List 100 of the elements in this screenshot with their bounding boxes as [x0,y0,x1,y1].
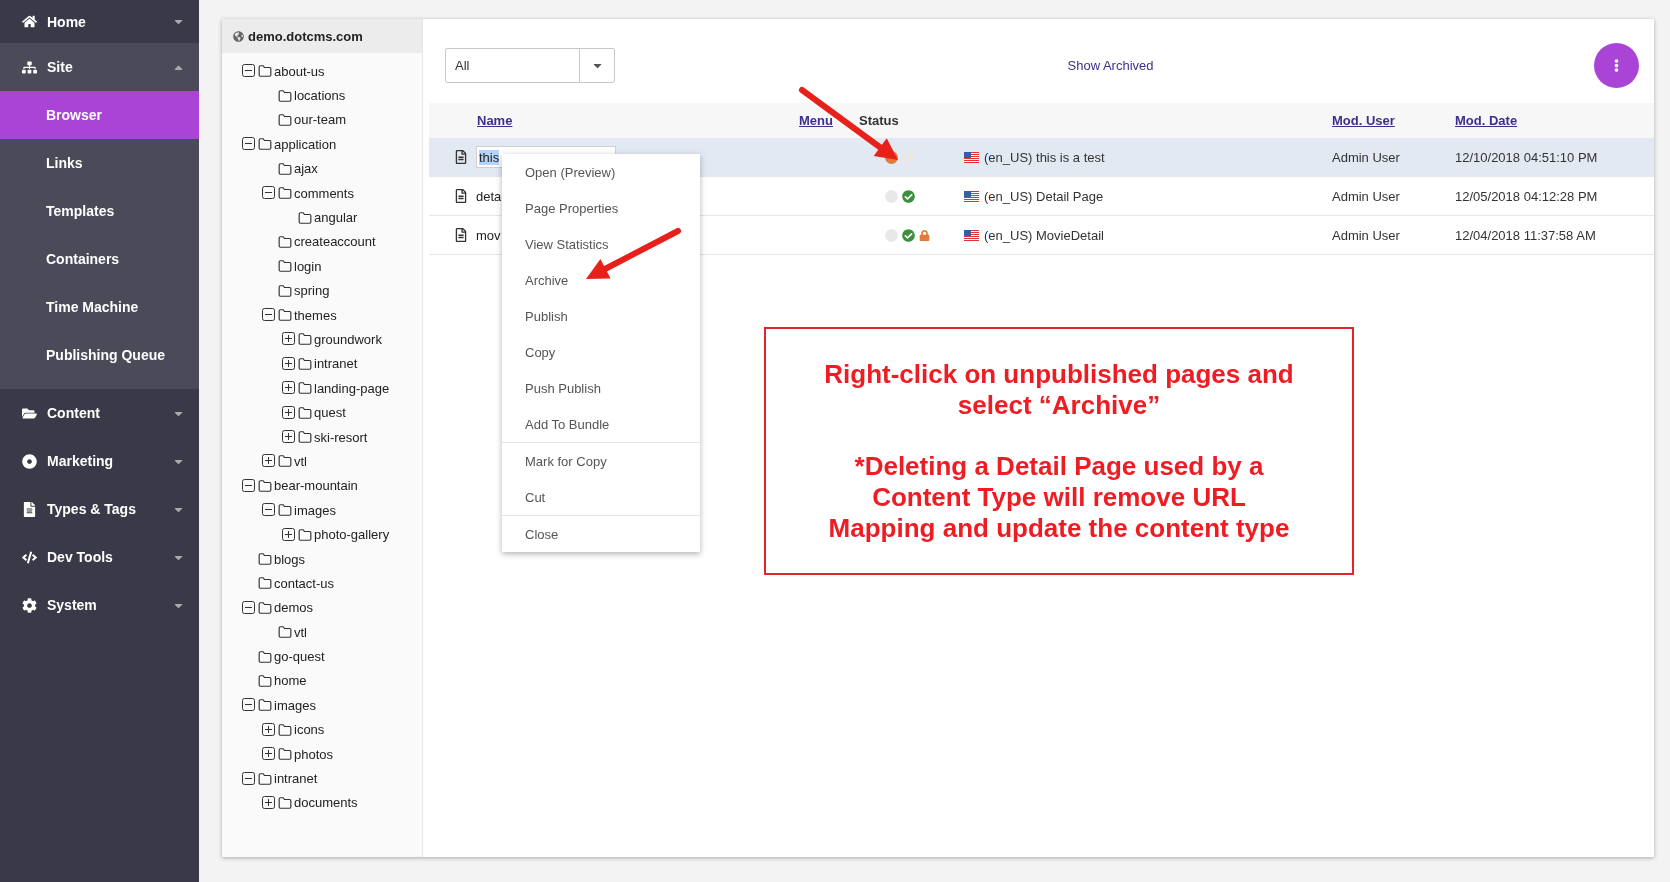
folder-label[interactable]: go-quest [274,649,325,665]
folder-label[interactable]: our-team [294,112,347,128]
menu-item[interactable]: Archive [502,262,700,298]
expand-toggle-icon[interactable] [262,795,275,809]
more-actions-button[interactable] [1594,43,1639,88]
folder-label[interactable]: bear-mountain [274,478,358,494]
nav-item[interactable]: Templates [0,187,199,235]
folder-icon [258,698,272,713]
collapse-toggle-icon[interactable] [242,600,255,614]
folder-icon [298,210,312,225]
expand-toggle-icon[interactable] [282,527,295,541]
nav-item[interactable]: Browser [0,91,199,139]
nav-item[interactable]: Publishing Queue [0,331,199,379]
folder-label[interactable]: comments [294,185,354,201]
collapse-toggle-icon[interactable] [262,186,275,200]
column-sort-link[interactable]: Mod. User [1332,113,1395,128]
collapse-toggle-icon[interactable] [242,137,255,151]
sitemap-icon [22,59,37,75]
menu-item[interactable]: Open (Preview) [502,154,700,190]
folder-label[interactable]: spring [294,283,330,299]
expand-toggle-icon[interactable] [262,722,275,736]
folder-icon [258,576,272,591]
folder-icon [278,112,292,127]
folder-label[interactable]: createaccount [294,234,376,250]
folder-label[interactable]: home [274,673,307,689]
column-sort-link[interactable]: Name [453,113,513,128]
target-icon [22,453,37,469]
folder-label[interactable]: angular [314,210,358,226]
folder-label[interactable]: intranet [314,356,358,372]
folder-label[interactable]: quest [314,405,346,421]
folder-icon [278,308,292,323]
folder-label[interactable]: vtl [294,624,307,640]
collapse-toggle-icon[interactable] [242,64,255,78]
folder-label[interactable]: demos [274,600,314,616]
folder-icon [258,64,272,79]
folder-label[interactable]: application [274,136,337,152]
folder-label[interactable]: locations [294,88,346,104]
collapse-toggle-icon[interactable] [262,503,275,517]
folder-label[interactable]: images [294,502,336,518]
folder-icon [278,283,292,298]
table-cell-text: 12/10/2018 04:51:10 PM [1455,149,1599,165]
nav-item[interactable]: Time Machine [0,283,199,331]
menu-item[interactable]: Publish [502,298,700,334]
folder-label[interactable]: groundwork [314,332,382,347]
folder-label[interactable]: vtl [294,453,307,469]
expand-toggle-icon[interactable] [282,430,295,444]
menu-item[interactable]: Page Properties [502,190,700,226]
folder-label[interactable]: themes [294,307,337,323]
folder-label[interactable]: about-us [274,63,325,79]
collapse-toggle-icon[interactable] [242,478,255,492]
expand-toggle-icon[interactable] [282,381,295,395]
folder-label[interactable]: intranet [274,771,318,786]
expand-toggle-icon[interactable] [282,356,295,370]
collapse-toggle-icon[interactable] [242,771,255,785]
nav-item[interactable]: Containers [0,235,199,283]
nav-item[interactable]: Links [0,139,199,187]
menu-item[interactable]: Add To Bundle [502,406,700,442]
folder-label[interactable]: landing-page [314,380,390,396]
home-icon [22,14,37,29]
table-cell-text: Admin User [1332,227,1401,243]
document-icon [22,501,37,517]
folder-label[interactable]: photos [294,746,334,762]
folder-label[interactable]: contact-us [274,575,334,591]
folder-icon [278,234,292,249]
folder-label[interactable]: icons [294,722,325,738]
filter-dropdown[interactable]: All [445,48,615,83]
menu-item[interactable]: Close [502,516,700,552]
expand-toggle-icon[interactable] [262,454,275,468]
folder-label[interactable]: images [274,697,316,713]
folder-label[interactable]: blogs [274,551,306,567]
folder-label[interactable]: ski-resort [314,429,368,445]
folder-icon [258,771,272,786]
folder-label[interactable]: ajax [294,161,318,177]
folder-icon [258,649,272,664]
flag-icon [964,190,979,202]
menu-item[interactable]: Copy [502,334,700,370]
menu-item[interactable]: Cut [502,479,700,515]
menu-item[interactable]: Push Publish [502,370,700,406]
expand-toggle-icon[interactable] [282,405,295,419]
expand-toggle-icon[interactable] [262,747,275,761]
folder-label[interactable]: photo-gallery [314,527,390,543]
folder-label[interactable]: login [294,258,322,274]
page-icon [454,228,468,242]
expand-toggle-icon[interactable] [282,332,295,346]
nav-section-button[interactable]: Site [0,43,199,91]
page-name: mov [476,227,501,243]
folder-icon [298,430,312,445]
folder-icon [258,478,272,493]
menu-item[interactable]: View Statistics [502,226,700,262]
menu-item[interactable]: Mark for Copy [502,443,700,479]
collapse-toggle-icon[interactable] [262,308,275,322]
show-archived-link[interactable]: Show Archived [1067,58,1154,73]
table-cell-text: Admin User [1332,149,1401,165]
column-sort-link[interactable]: Menu [799,113,833,128]
code-icon [22,549,37,565]
folder-icon [278,259,292,274]
folder-label[interactable]: documents [294,795,358,811]
check-icon [902,189,915,203]
collapse-toggle-icon[interactable] [242,698,255,712]
column-sort-link[interactable]: Mod. Date [1455,113,1518,128]
